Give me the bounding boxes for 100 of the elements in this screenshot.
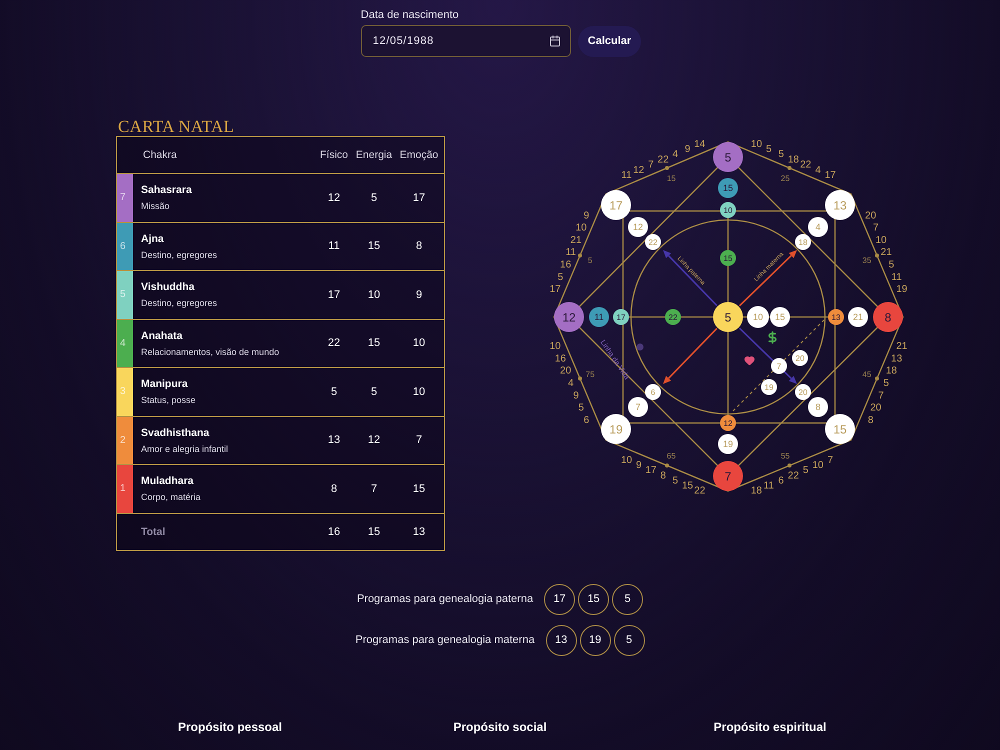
edge-number: 8: [660, 470, 666, 482]
edge-number: 11: [891, 272, 902, 283]
column-header: Energia: [354, 149, 394, 161]
table-cell-text: 15: [366, 526, 382, 538]
arrow-line: [738, 328, 797, 384]
edge-number: 5: [778, 149, 784, 160]
column-header: Chakra: [142, 149, 178, 161]
chakra-number: 5: [117, 271, 133, 318]
edge-number: 7: [827, 455, 833, 466]
edge-number: 6: [778, 475, 784, 486]
date-field[interactable]: 12/05/1988: [360, 25, 571, 57]
matrix-node: 15: [770, 307, 790, 327]
matrix-node: 19: [718, 434, 738, 454]
edge-number: 6: [584, 414, 590, 426]
chakra-description: Destino, egregores: [141, 298, 218, 308]
edge-number: 18: [750, 486, 762, 497]
edge-number: 17: [550, 284, 561, 296]
section-heading: Propósito espiritual: [712, 720, 828, 734]
edge-number: 14: [694, 138, 706, 150]
matrix-node: 5: [713, 302, 743, 332]
table-cell-text: 10: [412, 337, 426, 350]
matrix-node: 17: [601, 190, 631, 220]
edge-number: 12: [633, 164, 644, 176]
table-cell-text: 5: [370, 192, 378, 204]
matrix-node: 12: [628, 217, 648, 237]
calendar-icon[interactable]: [548, 35, 561, 47]
matrix-node: 18: [795, 234, 811, 250]
edge-number: 19: [896, 284, 908, 296]
edge-number: 4: [815, 164, 821, 176]
chakra-number: 7: [117, 174, 133, 222]
edge-number: 10: [576, 222, 587, 234]
matrix-node: 12: [554, 302, 584, 332]
table-cell-text: 5: [330, 386, 338, 398]
table-cell-text: 12: [366, 434, 382, 446]
matrix-node: 15: [720, 250, 736, 266]
chakra-name: Vishuddha: [141, 281, 196, 294]
matrix-node: 17: [613, 309, 629, 325]
age-label: 75: [586, 370, 595, 380]
heart-icon: [744, 356, 754, 365]
edge-number: 5: [578, 402, 584, 414]
chakra-number: 6: [117, 222, 133, 270]
edge-number: 9: [636, 460, 642, 472]
edge-number: 7: [873, 222, 879, 234]
edge-number: 4: [568, 378, 574, 389]
table-cell-text: 13: [326, 434, 342, 446]
table-cell-text: 22: [326, 337, 342, 350]
edge-number: 17: [824, 170, 836, 181]
matrix-node: 13: [825, 190, 855, 220]
section-heading: Propósito social: [452, 720, 548, 734]
dollar-icon: [769, 332, 776, 343]
table-cell-text: 8: [330, 482, 338, 495]
chakra-name: Manipura: [141, 378, 189, 390]
chakra-description: Amor e alegria infantil: [141, 444, 230, 454]
edge-number: 22: [800, 160, 812, 171]
edge-number: 21: [880, 247, 892, 258]
chakra-description: Destino, egregores: [141, 250, 218, 260]
matrix-node: 12: [720, 415, 736, 431]
matrix-node: 7: [771, 358, 787, 374]
table-cell-text: 15: [412, 482, 426, 495]
edge-number: 5: [888, 260, 894, 270]
edge-number: 11: [566, 247, 576, 258]
dot-icon: [636, 344, 644, 350]
edge-number: 5: [766, 144, 772, 155]
edge-number: 21: [570, 234, 582, 246]
chakra-number: 2: [117, 416, 133, 464]
edge-number: 8: [868, 414, 874, 426]
program-number: 13: [546, 624, 577, 656]
age-label: 45: [862, 370, 872, 380]
edge-number: 10: [812, 460, 824, 472]
edge-number: 5: [672, 475, 678, 486]
matrix-node: 15: [825, 414, 855, 444]
table-cell-text: 8: [414, 240, 424, 252]
edge-number: 11: [764, 480, 774, 492]
program-label: Programas para genealogia materna: [355, 634, 535, 646]
arrow-line: [738, 250, 797, 306]
chakra-description: Missão: [141, 201, 171, 212]
edge-number: 9: [584, 210, 590, 222]
matrix-node: 22: [665, 309, 681, 325]
edge-number: 20: [870, 402, 882, 414]
edge-number: 17: [645, 465, 656, 476]
matrix-node: 8: [873, 302, 903, 332]
chakra-description: Corpo, matéria: [141, 492, 202, 502]
matrix-node: 7: [713, 461, 743, 491]
chakra-name: Svadhisthana: [141, 426, 210, 439]
edge-number: 22: [694, 486, 706, 497]
table-cell-text: 17: [326, 288, 342, 301]
edge-number: 7: [648, 160, 654, 171]
edge-number: 21: [896, 341, 908, 352]
arrow-line: [663, 250, 718, 306]
table-cell-text: 16: [326, 526, 342, 538]
column-header: Físico: [318, 149, 349, 161]
edge-number: 5: [558, 272, 564, 283]
edge-number: 10: [550, 341, 561, 352]
matrix-node: 15: [718, 178, 738, 198]
matrix-node: 21: [848, 307, 868, 327]
chakra-number: 1: [117, 465, 133, 512]
edge-number: 22: [788, 470, 799, 482]
calculate-button[interactable]: Calcular: [578, 26, 642, 56]
program-number: 15: [578, 584, 610, 614]
table-cell-text: 15: [366, 240, 382, 252]
